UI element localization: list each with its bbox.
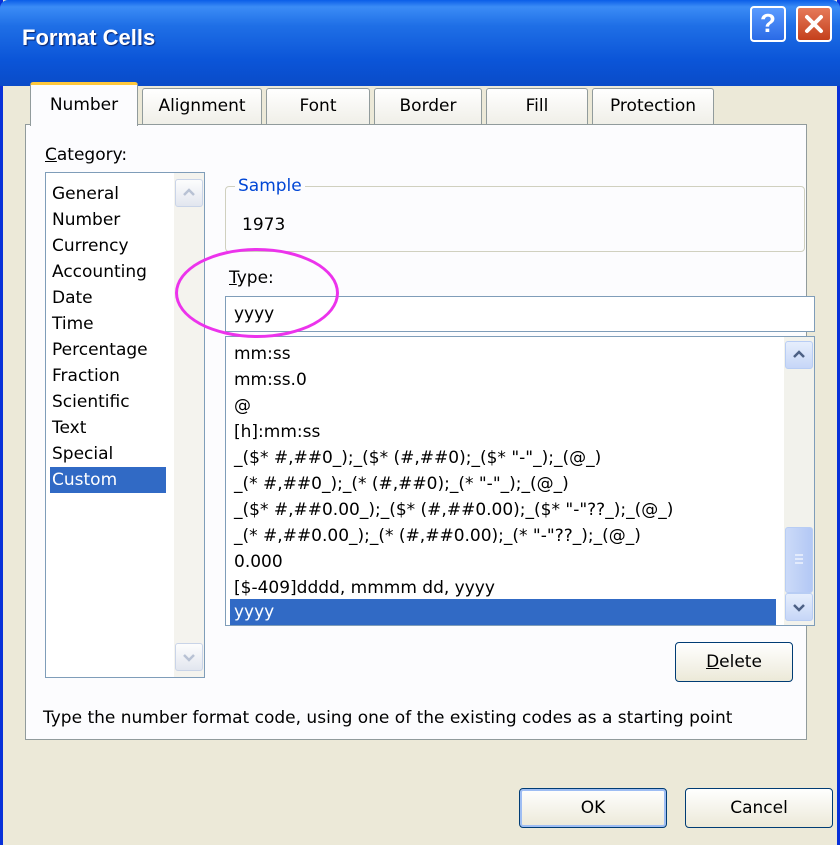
format-item[interactable]: @ <box>230 393 776 419</box>
tab-number[interactable]: Number <box>30 82 138 126</box>
format-scroll-thumb[interactable] <box>785 527 813 593</box>
format-scroll-down-button[interactable] <box>785 593 813 621</box>
question-mark-icon: ? <box>760 8 776 38</box>
format-cells-dialog: Format Cells ? Number Alignment Font Bor… <box>0 0 840 845</box>
tab-alignment[interactable]: Alignment <box>142 88 262 124</box>
help-button[interactable]: ? <box>750 6 786 42</box>
category-scroll-down-button[interactable] <box>175 643 203 671</box>
chevron-down-icon <box>183 654 195 662</box>
category-scroll-up-button[interactable] <box>175 179 203 207</box>
category-item-currency[interactable]: Currency <box>50 233 166 259</box>
tab-font[interactable]: Font <box>266 88 370 124</box>
format-list-scrollbar[interactable] <box>784 337 814 625</box>
category-item-date[interactable]: Date <box>50 285 166 311</box>
category-item-custom[interactable]: Custom <box>50 467 166 493</box>
category-item-scientific[interactable]: Scientific <box>50 389 166 415</box>
sample-value: 1973 <box>242 215 286 235</box>
format-item[interactable]: 0.000 <box>230 549 776 575</box>
chevron-down-icon <box>793 604 805 612</box>
format-item[interactable]: _($* #,##0.00_);_($* (#,##0.00);_($* "-"… <box>230 497 776 523</box>
category-item-special[interactable]: Special <box>50 441 166 467</box>
format-item[interactable]: mm:ss.0 <box>230 367 776 393</box>
format-item-selected[interactable]: yyyy <box>230 599 776 625</box>
format-item[interactable]: [h]:mm:ss <box>230 419 776 445</box>
format-scroll-up-button[interactable] <box>785 341 813 369</box>
format-item[interactable]: _(* #,##0_);_(* (#,##0);_(* "-"_);_(@_) <box>230 471 776 497</box>
ok-button[interactable]: OK <box>519 788 667 828</box>
format-item[interactable]: _($* #,##0_);_($* (#,##0);_($* "-"_);_(@… <box>230 445 776 471</box>
sample-group: 1973 <box>225 186 805 252</box>
category-item-number[interactable]: Number <box>50 207 166 233</box>
delete-button[interactable]: Delete <box>675 642 793 682</box>
category-list[interactable]: General Number Currency Accounting Date … <box>45 172 205 678</box>
category-item-time[interactable]: Time <box>50 311 166 337</box>
cancel-button[interactable]: Cancel <box>685 788 833 828</box>
category-item-general[interactable]: General <box>50 181 166 207</box>
title-bar[interactable]: Format Cells ? <box>0 0 840 86</box>
close-icon <box>805 15 823 33</box>
category-item-accounting[interactable]: Accounting <box>50 259 166 285</box>
category-item-percentage[interactable]: Percentage <box>50 337 166 363</box>
category-scrollbar[interactable] <box>174 173 204 677</box>
format-item[interactable]: _(* #,##0.00_);_(* (#,##0.00);_(* "-"??_… <box>230 523 776 549</box>
category-label: Category: <box>45 145 128 165</box>
category-item-text[interactable]: Text <box>50 415 166 441</box>
tab-border[interactable]: Border <box>374 88 482 124</box>
tab-protection[interactable]: Protection <box>592 88 714 124</box>
grip-icon <box>795 554 803 564</box>
sample-legend: Sample <box>235 176 305 196</box>
dialog-title: Format Cells <box>22 25 156 50</box>
tab-fill[interactable]: Fill <box>486 88 588 124</box>
chevron-up-icon <box>793 350 805 358</box>
format-code-list[interactable]: mm:ss mm:ss.0 @ [h]:mm:ss _($* #,##0_);_… <box>225 336 815 626</box>
close-button[interactable] <box>796 6 832 42</box>
format-item[interactable]: mm:ss <box>230 341 776 367</box>
format-item[interactable]: [$-409]dddd, mmmm dd, yyyy <box>230 575 776 601</box>
format-hint-text: Type the number format code, using one o… <box>43 708 733 728</box>
annotation-highlight-ellipse <box>175 248 339 338</box>
chevron-up-icon <box>183 188 195 196</box>
category-item-fraction[interactable]: Fraction <box>50 363 166 389</box>
